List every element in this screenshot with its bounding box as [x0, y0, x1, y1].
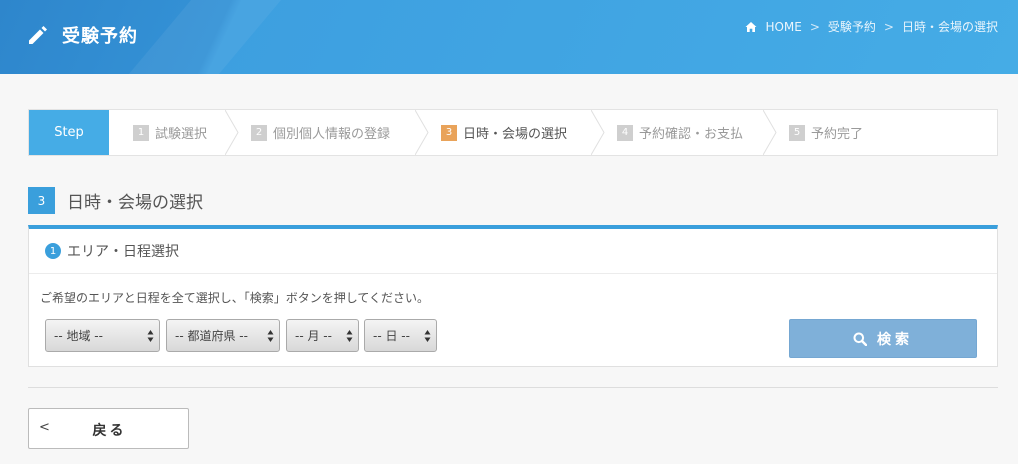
- select-arrows-icon: [267, 330, 274, 342]
- divider: [28, 387, 998, 388]
- day-select[interactable]: -- 日 --: [364, 319, 437, 352]
- section-heading: 3 日時・会場の選択: [28, 187, 203, 214]
- page-title: 受験予約: [62, 26, 138, 47]
- region-select-value: -- 地域 --: [54, 329, 103, 343]
- step-3: 3 日時・会場の選択: [417, 110, 605, 155]
- back-button[interactable]: < 戻る: [28, 408, 189, 449]
- step-label: 予約確認・お支払: [639, 127, 744, 142]
- section-number-badge: 3: [28, 187, 55, 214]
- step-1: 1 試験選択: [109, 110, 239, 155]
- breadcrumb-reservation-link[interactable]: 受験予約: [828, 18, 876, 35]
- select-arrows-icon: [147, 330, 154, 342]
- step-label: 日時・会場の選択: [463, 127, 568, 142]
- step-2: 2 個別個人情報の登録: [227, 110, 429, 155]
- step-number: 5: [789, 124, 805, 141]
- select-arrows-icon: [346, 330, 353, 342]
- step-number: 4: [617, 124, 633, 141]
- page-header: 受験予約 HOME > 受験予約 > 日時・会場の選択: [0, 0, 1018, 74]
- panel-header: 1 エリア・日程選択: [29, 229, 997, 274]
- step-number: 1: [133, 124, 149, 141]
- step-5: 5 予約完了: [765, 110, 915, 155]
- breadcrumb-separator: >: [809, 19, 820, 34]
- step-number: 3: [441, 124, 457, 141]
- breadcrumb: HOME > 受験予約 > 日時・会場の選択: [745, 18, 998, 35]
- region-select[interactable]: -- 地域 --: [45, 319, 160, 352]
- header-decoration: [128, 0, 282, 74]
- select-arrows-icon: [424, 330, 431, 342]
- page-title-group: 受験予約: [26, 20, 138, 50]
- breadcrumb-separator: >: [883, 19, 894, 34]
- step-label: 予約完了: [811, 127, 864, 142]
- step-number: 2: [251, 124, 267, 141]
- search-icon: [853, 332, 868, 346]
- progress-steps: Step 1 試験選択 2 個別個人情報の登録 3 日時・会場の選択 4 予約確…: [28, 109, 998, 156]
- search-button[interactable]: 検索: [789, 319, 977, 358]
- breadcrumb-home-link[interactable]: HOME: [765, 20, 801, 34]
- step-label: 試験選択: [155, 127, 208, 142]
- prefecture-select-value: -- 都道府県 --: [175, 329, 248, 343]
- step-tag: Step: [29, 110, 109, 155]
- panel-number-badge: 1: [45, 243, 61, 259]
- area-date-panel: 1 エリア・日程選択 ご希望のエリアと日程を全て選択し、「検索」ボタンを押してく…: [28, 225, 998, 367]
- panel-title: エリア・日程選択: [67, 244, 179, 260]
- month-select[interactable]: -- 月 --: [286, 319, 359, 352]
- section-title: 日時・会場の選択: [67, 193, 203, 213]
- breadcrumb-current: 日時・会場の選択: [901, 20, 998, 34]
- prefecture-select[interactable]: -- 都道府県 --: [166, 319, 280, 352]
- search-button-label: 検索: [877, 331, 913, 348]
- pencil-icon: [26, 23, 50, 47]
- month-select-value: -- 月 --: [295, 329, 332, 343]
- step-4: 4 予約確認・お支払: [593, 110, 777, 155]
- day-select-value: -- 日 --: [373, 329, 410, 343]
- home-icon: [745, 21, 757, 33]
- back-button-label: 戻る: [92, 423, 127, 439]
- step-label: 個別個人情報の登録: [273, 127, 391, 142]
- instruction-text: ご希望のエリアと日程を全て選択し、「検索」ボタンを押してください。: [40, 291, 430, 305]
